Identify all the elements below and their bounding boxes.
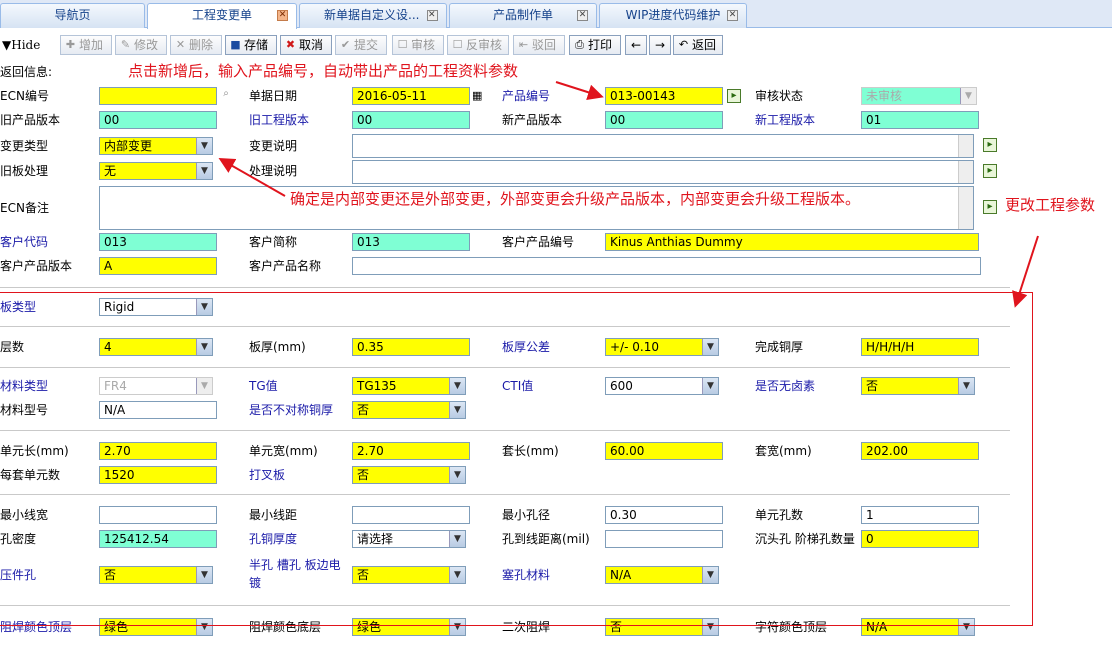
annotation-arrows <box>218 81 1039 308</box>
